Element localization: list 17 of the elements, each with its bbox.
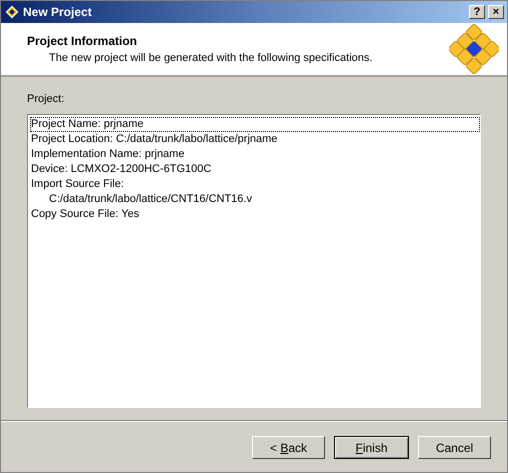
header-subtitle: The new project will be generated with the following specifications. — [48, 50, 374, 66]
cancel-button[interactable]: Cancel — [418, 436, 491, 459]
list-line: C:/data/trunk/labo/lattice/CNT16/CNT16.v — [48, 192, 253, 206]
diamond-logo-icon — [449, 24, 499, 74]
list-line: Copy Source File: Yes — [30, 206, 140, 222]
help-button[interactable]: ? — [469, 5, 485, 19]
list-line: Implementation Name: prjname — [30, 146, 186, 162]
list-line: Project Location: C:/data/trunk/labo/lattice/prjname — [30, 132, 278, 146]
list-line: Device: LCMXO2-1200HC-6TG100C — [30, 162, 212, 176]
close-button[interactable]: × — [488, 5, 504, 19]
finish-button[interactable]: Finish — [334, 436, 409, 459]
diamond-icon — [4, 4, 20, 20]
back-button[interactable]: < Back — [252, 436, 325, 459]
window-title: New Project — [23, 4, 92, 21]
header-title: Project Information — [27, 32, 138, 50]
project-label: Project: — [27, 92, 66, 107]
list-line: Import Source File: — [30, 176, 125, 192]
